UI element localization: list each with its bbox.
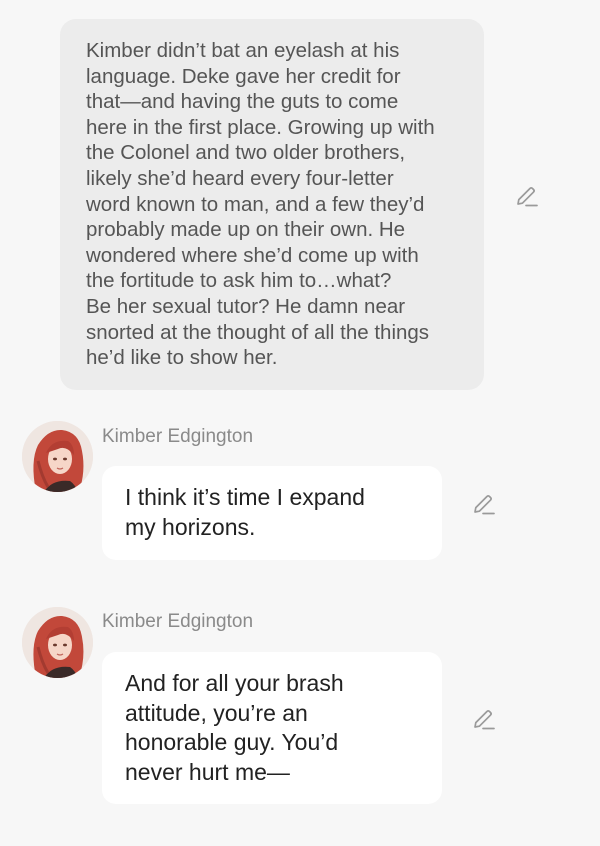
narration-bubble: Kimber didn’t bat an eyelash at his lang… xyxy=(60,19,484,390)
avatar[interactable] xyxy=(22,607,93,678)
red-haired-woman-avatar-icon xyxy=(22,421,93,492)
avatar[interactable] xyxy=(22,421,93,492)
edit-message-button[interactable] xyxy=(470,706,498,734)
red-haired-woman-avatar-icon xyxy=(22,607,93,678)
sender-name: Kimber Edgington xyxy=(102,426,254,447)
edit-message-button[interactable] xyxy=(470,491,498,519)
pencil-edit-icon xyxy=(474,710,495,730)
message-bubble: I think it’s time I expand my horizons. xyxy=(102,466,442,560)
edit-narration-button[interactable] xyxy=(513,183,541,211)
pencil-edit-icon xyxy=(474,495,495,515)
sender-name: Kimber Edgington xyxy=(102,611,254,632)
pencil-edit-icon xyxy=(517,187,538,207)
message-bubble: And for all your brash attitude, you’re … xyxy=(102,652,442,804)
